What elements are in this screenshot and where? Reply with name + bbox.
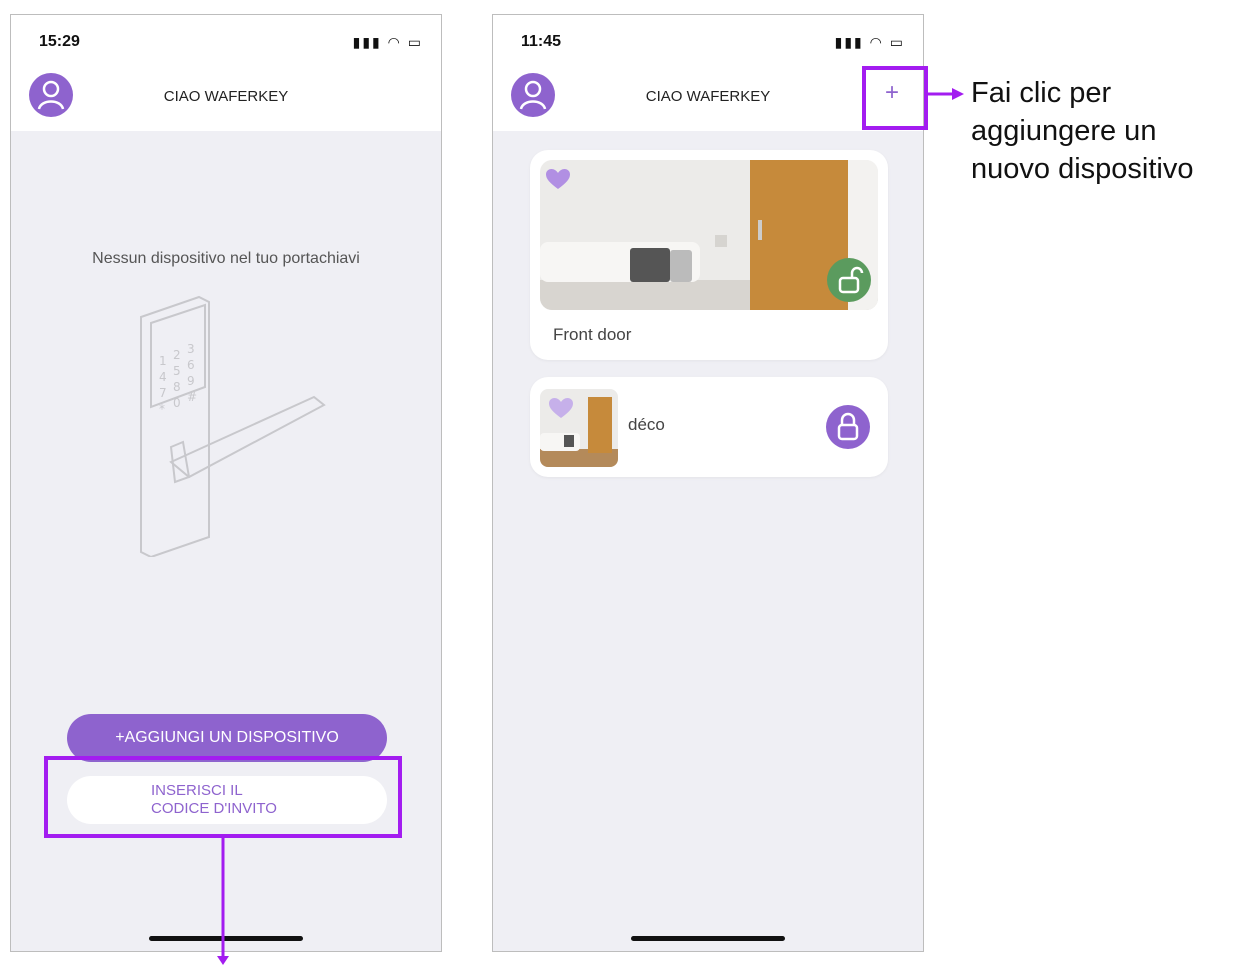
annotation-note: Fai clic per aggiungere un nuovo disposi…	[971, 74, 1193, 188]
note-line-2: aggiungere un	[971, 115, 1157, 147]
note-line-3: nuovo dispositivo	[971, 153, 1194, 185]
note-line-1: Fai clic per	[971, 77, 1112, 109]
